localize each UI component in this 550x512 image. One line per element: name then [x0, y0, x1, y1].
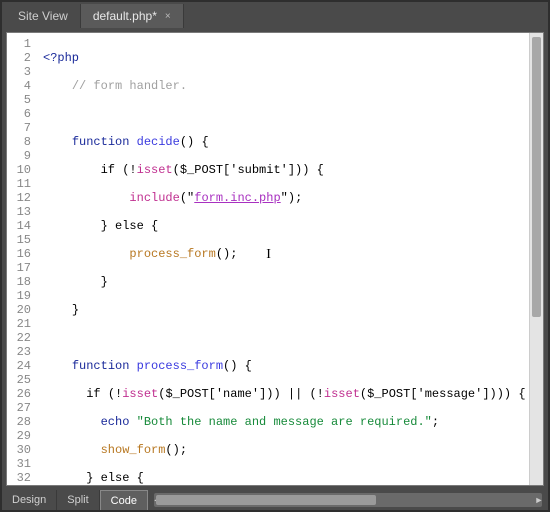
text-cursor-icon: [266, 248, 267, 260]
line-number: 12: [7, 191, 31, 205]
line-number: 20: [7, 303, 31, 317]
line-number: 4: [7, 79, 31, 93]
line-number: 24: [7, 359, 31, 373]
tab-site-view[interactable]: Site View: [6, 4, 81, 28]
line-number: 2: [7, 51, 31, 65]
vertical-scrollbar[interactable]: [529, 33, 543, 485]
line-number: 3: [7, 65, 31, 79]
view-tab-split[interactable]: Split: [57, 490, 99, 510]
close-icon[interactable]: ×: [165, 11, 171, 22]
line-number: 27: [7, 401, 31, 415]
line-number: 31: [7, 457, 31, 471]
line-number: 10: [7, 163, 31, 177]
top-tab-bar: Site View default.php* ×: [2, 2, 548, 28]
line-number: 32: [7, 471, 31, 485]
line-number: 17: [7, 261, 31, 275]
tab-label: Site View: [18, 9, 68, 23]
vertical-scrollbar-thumb[interactable]: [532, 37, 541, 317]
line-number: 26: [7, 387, 31, 401]
line-number: 9: [7, 149, 31, 163]
line-number: 21: [7, 317, 31, 331]
tab-default-php[interactable]: default.php* ×: [81, 4, 184, 28]
view-tab-design[interactable]: Design: [2, 490, 57, 510]
php-open-tag: <?php: [43, 51, 79, 65]
editor-frame: Site View default.php* × 123456789101112…: [0, 0, 550, 512]
line-number: 29: [7, 429, 31, 443]
line-number: 25: [7, 373, 31, 387]
line-number: 23: [7, 345, 31, 359]
tab-label: default.php*: [93, 9, 157, 23]
line-number: 14: [7, 219, 31, 233]
line-number: 28: [7, 415, 31, 429]
chevron-right-icon[interactable]: ►: [534, 495, 544, 505]
line-number: 22: [7, 331, 31, 345]
line-number: 15: [7, 233, 31, 247]
code-pane[interactable]: <?php // form handler. function decide()…: [37, 33, 543, 485]
line-number: 7: [7, 121, 31, 135]
line-number: 5: [7, 93, 31, 107]
comment: // form handler.: [72, 79, 187, 93]
line-number: 18: [7, 275, 31, 289]
line-number: 1: [7, 37, 31, 51]
editor-area: 1234567891011121314151617181920212223242…: [6, 32, 544, 486]
horizontal-scrollbar[interactable]: ◄ ►: [154, 493, 542, 507]
line-number: 8: [7, 135, 31, 149]
line-number-gutter: 1234567891011121314151617181920212223242…: [7, 33, 37, 485]
line-number: 19: [7, 289, 31, 303]
line-number: 30: [7, 443, 31, 457]
bottom-tab-bar: Design Split Code ◄ ►: [2, 490, 548, 510]
line-number: 11: [7, 177, 31, 191]
view-tab-code[interactable]: Code: [100, 490, 148, 510]
line-number: 6: [7, 107, 31, 121]
line-number: 16: [7, 247, 31, 261]
line-number: 13: [7, 205, 31, 219]
horizontal-scrollbar-thumb[interactable]: [156, 495, 376, 505]
